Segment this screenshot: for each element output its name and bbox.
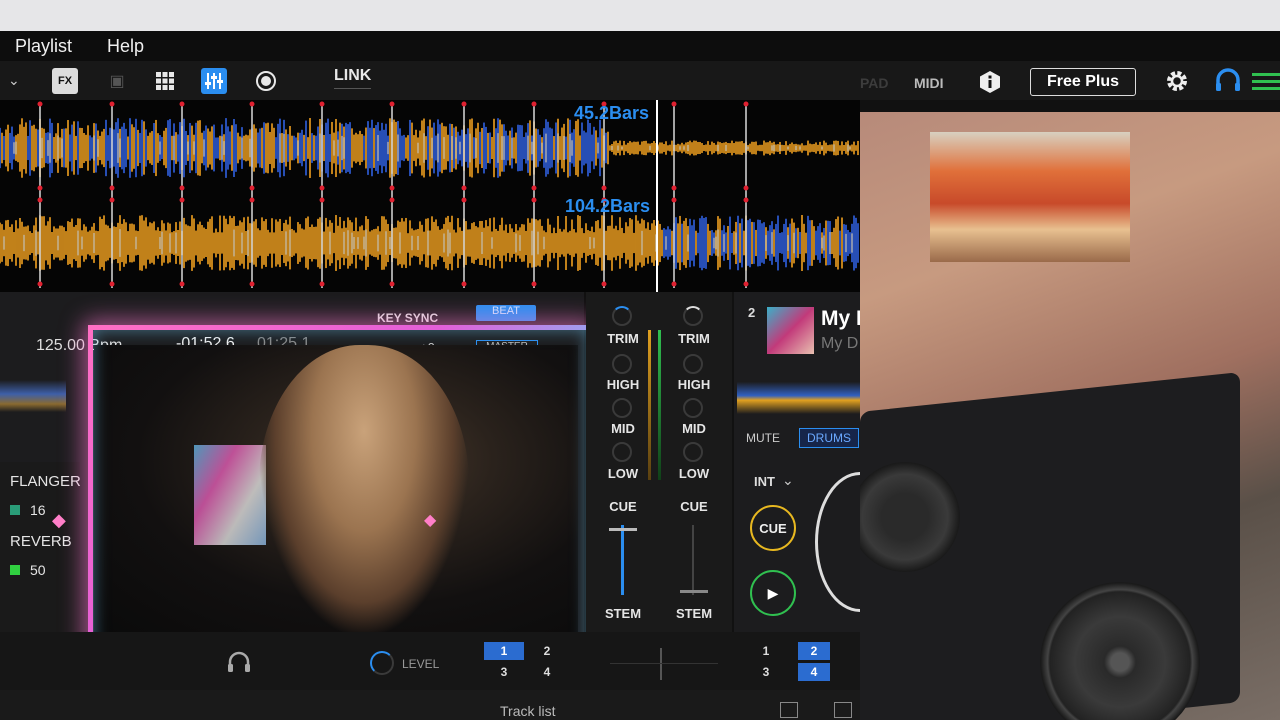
free-plus-button[interactable]: Free Plus [1030,68,1136,96]
menu-lines-icon[interactable] [1252,72,1280,95]
deck2-play-button[interactable]: ▶ [750,570,796,616]
fx2-indicator[interactable] [10,565,20,575]
pad-left-3[interactable]: 3 [484,663,524,681]
pad-left-4[interactable]: 4 [536,663,558,681]
headphones-icon[interactable] [1214,67,1242,98]
ch1-stem-label: STEM [604,606,642,621]
pad-right-1[interactable]: 1 [754,642,778,660]
deck2-cue-label: CUE [759,520,787,536]
ch1-stem-fader[interactable] [621,525,624,595]
ch2-stem-label: STEM [675,606,713,621]
ch1-mid-knob[interactable] [612,398,632,418]
fx2-label: REVERB [10,533,72,550]
pad-button[interactable]: PAD [860,75,889,91]
ch2-high-knob[interactable] [683,354,703,374]
list-view-icon[interactable] [834,702,852,718]
deck2-album-art [767,307,814,354]
ch2-trim-label: TRIM [678,331,710,346]
ch2-mid-label: MID [682,421,706,436]
chevron-down-icon[interactable]: ⌄ [782,472,794,489]
window-titlebar [0,0,1280,31]
key-sync-button[interactable]: KEY SYNC [377,311,438,325]
ch1-high-knob[interactable] [612,354,632,374]
mixer-sliders-icon[interactable] [201,68,227,94]
crossfader-track [610,663,718,664]
webcam-controller-view [860,112,1280,720]
beat-button[interactable]: BEAT [476,305,536,321]
menu-bar [0,31,1280,61]
deck2-int-select[interactable]: INT [754,474,775,489]
level-label: LEVEL [402,657,440,671]
ch1-mid-label: MID [611,421,635,436]
ch1-high-label: HIGH [606,377,640,392]
deck2-mute-button[interactable]: MUTE [746,431,780,445]
ch2-high-label: HIGH [677,377,711,392]
deck2-drums-button[interactable]: DRUMS [799,428,859,448]
deck2-mini-waveform [737,368,860,414]
fx-button[interactable]: FX [52,68,78,94]
ch2-fader-handle[interactable] [680,590,708,593]
record-icon[interactable] [253,68,279,94]
pad-right-4[interactable]: 4 [798,663,830,681]
midi-button[interactable]: MIDI [914,75,944,91]
fx1-value: 16 [30,502,46,518]
ch1-fader-handle[interactable] [609,528,637,531]
ch2-trim-knob[interactable] [683,306,703,326]
track-list-tab[interactable]: Track list [500,703,582,719]
link-button[interactable]: LINK [334,67,372,89]
deck2-cue-button[interactable]: CUE [750,505,796,551]
grid-icon[interactable] [152,68,178,94]
ch2-stem-fader[interactable] [692,525,694,595]
deck1-bars-label: 45.2Bars [574,103,650,123]
ch2-level-meter [658,330,661,480]
fx1-indicator[interactable] [10,505,20,515]
ch1-trim-knob[interactable] [612,306,632,326]
deck2-track-title: My D [821,307,860,330]
ch1-low-knob[interactable] [612,442,632,462]
sampler-icon[interactable]: ▣ [104,68,130,94]
gear-icon[interactable] [1164,68,1190,99]
headphones-icon[interactable] [226,650,252,679]
pad-right-2[interactable]: 2 [798,642,830,660]
ch1-trim-label: TRIM [607,331,639,346]
ch2-mid-knob[interactable] [683,398,703,418]
fx2-value: 50 [30,562,46,578]
chevron-down-icon[interactable]: ⌄ [8,72,20,89]
ch1-level-meter [648,330,651,480]
menu-playlist[interactable]: Playlist [15,36,72,57]
menu-help[interactable]: Help [107,36,144,57]
deck2-bars-label: 104.2Bars [565,196,651,216]
waveform-overview[interactable] [0,100,860,292]
info-hex-icon[interactable] [979,70,1001,99]
level-knob[interactable] [370,651,394,675]
play-icon: ▶ [767,584,779,601]
ch2-low-label: LOW [678,466,710,481]
browser-bar [0,690,860,720]
performer-top [930,132,1130,262]
pad-left-1[interactable]: 1 [484,642,524,660]
deck2-number: 2 [748,305,756,320]
crossfader[interactable] [660,648,662,680]
diamond-icon: ◆ [52,510,66,530]
ch1-cue-button[interactable]: CUE [598,499,648,514]
ch2-low-knob[interactable] [683,442,703,462]
deck1-mini-waveform [0,372,66,412]
diamond-icon: ◆ [424,512,437,529]
waveform-graphic [0,100,859,292]
fx1-label: FLANGER [10,473,81,490]
ch2-cue-button[interactable]: CUE [669,499,719,514]
list-view-icon[interactable] [780,702,798,718]
pad-left-2[interactable]: 2 [536,642,558,660]
ch1-low-label: LOW [607,466,639,481]
deck2-track-artist: My D [821,335,859,352]
pad-right-3[interactable]: 3 [754,663,778,681]
